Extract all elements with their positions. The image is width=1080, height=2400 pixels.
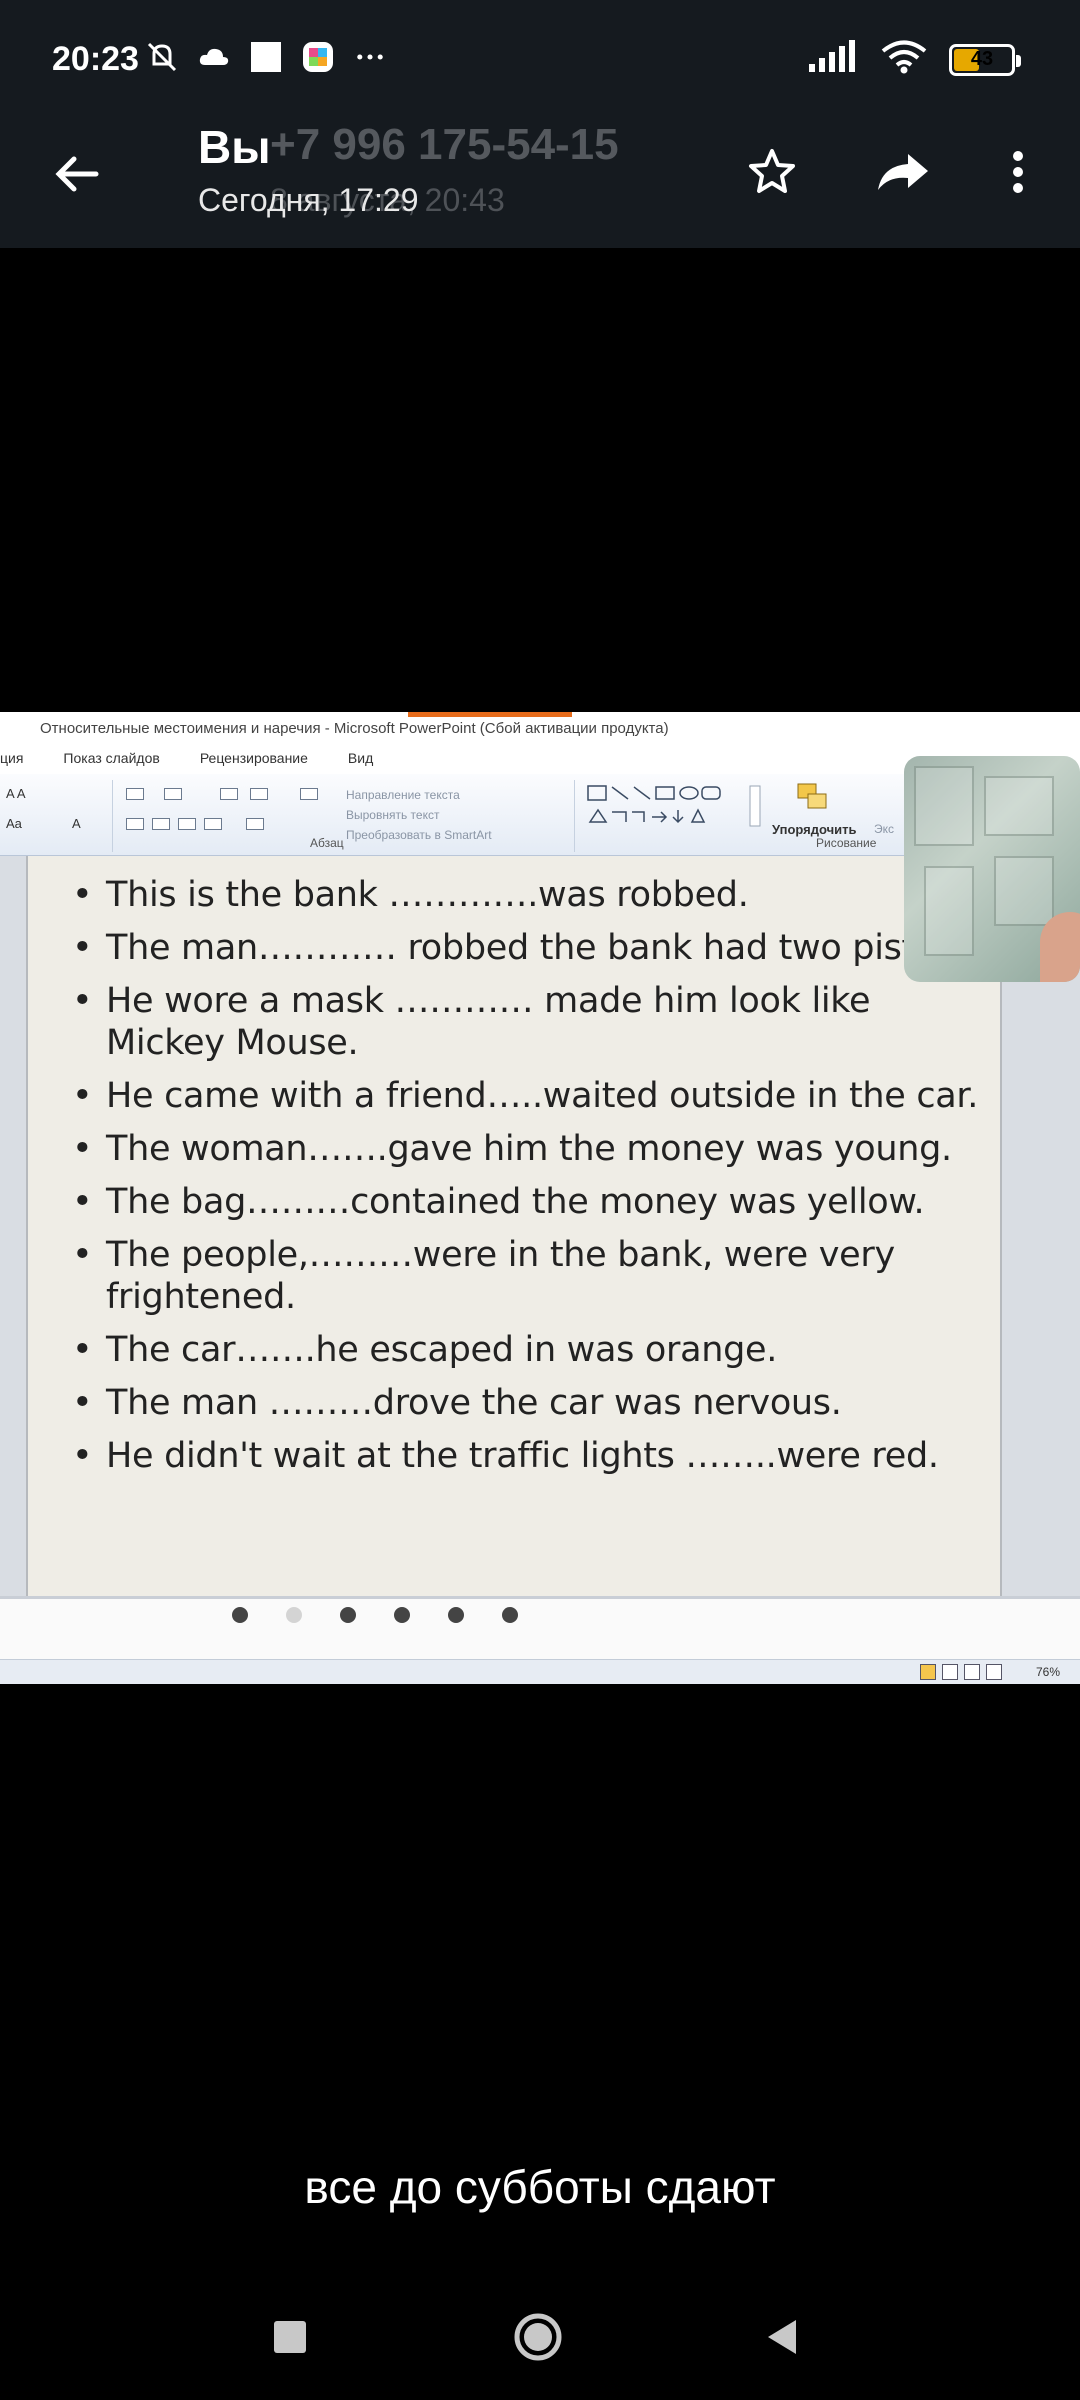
dot-icon — [394, 1607, 410, 1623]
bullet-item: The woman…….gave him the money was young… — [68, 1128, 988, 1170]
bullet-item: He wore a mask ………… made him look like M… — [68, 980, 988, 1064]
arrange-icon — [797, 783, 827, 809]
view-buttons — [920, 1664, 1002, 1680]
bullet-item: The man………… robbed the bank had two pist… — [68, 927, 988, 969]
battery-percent: 43 — [970, 48, 994, 70]
contact-name[interactable]: Вы — [198, 120, 271, 174]
app-header: +7 996 175-54-15 Вы 8 августа, 20:43 Сег… — [0, 120, 1080, 248]
dot-icon — [448, 1607, 464, 1623]
dot-icon — [232, 1607, 248, 1623]
drawing-group-label: Рисование — [816, 836, 877, 850]
more-options-button[interactable] — [986, 140, 1050, 204]
recent-apps-button[interactable] — [260, 2307, 320, 2367]
message-date: Сегодня, 17:29 — [198, 182, 419, 218]
share-button[interactable] — [870, 140, 934, 204]
recent-apps-icon — [274, 2321, 306, 2353]
webcam-background — [984, 776, 1054, 836]
media-caption: все до субботы сдают — [304, 2161, 776, 2213]
align-right-icon — [178, 818, 196, 830]
smartart-label: Преобразовать в SmartArt — [346, 828, 492, 842]
webcam-background — [914, 766, 974, 846]
ppt-bottom-strip: 76% — [0, 1596, 1080, 1684]
ribbon-separator — [574, 780, 575, 852]
more-vert-icon — [1013, 151, 1023, 193]
slide: This is the bank ………….was robbed. The ma… — [26, 856, 1002, 1596]
back-nav-button[interactable] — [752, 2307, 812, 2367]
dot-icon — [340, 1607, 356, 1623]
back-triangle-icon — [768, 2320, 796, 2354]
bullet-item: The man ………drove the car was nervous. — [68, 1382, 988, 1424]
ppt-ribbon-tabs: ция Показ слайдов Рецензирование Вид — [0, 750, 900, 776]
bullets-icon — [126, 788, 144, 800]
status-icons-right: 43 — [807, 40, 1021, 79]
bullet-item: The people,………were in the bank, were ver… — [68, 1234, 988, 1318]
align-center-icon — [152, 818, 170, 830]
font-grow-icon: A A — [6, 786, 26, 801]
star-icon — [749, 149, 795, 193]
signal-icon — [807, 40, 859, 79]
align-text-label: Выровнять текст — [346, 808, 440, 822]
paragraph-group-label: Абзац — [310, 836, 344, 850]
dot-icon — [502, 1607, 518, 1623]
bullet-item: He came with a friend…..waited outside i… — [68, 1075, 988, 1117]
status-icons-left — [145, 40, 387, 74]
outdent-icon — [250, 788, 268, 800]
reading-view-icon — [964, 1664, 980, 1680]
font-color-icon: Aa — [6, 816, 22, 831]
bullet-item: This is the bank ………….was robbed. — [68, 874, 988, 916]
notification-icon — [249, 40, 283, 74]
ppt-tab: Показ слайдов — [63, 750, 160, 766]
webcam-overlay — [904, 756, 1080, 982]
back-button[interactable] — [48, 144, 108, 204]
wifi-icon — [881, 40, 927, 79]
more-dots-icon — [353, 40, 387, 74]
shapes-gallery-icon — [587, 785, 761, 827]
cloud-icon — [197, 40, 231, 74]
line-spacing-icon — [300, 788, 318, 800]
slideshow-icon — [986, 1664, 1002, 1680]
bullet-item: The car…….he escaped in was orange. — [68, 1329, 988, 1371]
contact-number-ghost: +7 996 175-54-15 — [270, 120, 619, 169]
favorite-button[interactable] — [740, 140, 804, 204]
webcam-person — [1040, 912, 1080, 982]
title-accent — [408, 712, 572, 717]
home-button[interactable] — [508, 2307, 568, 2367]
webcam-background — [924, 866, 974, 956]
ribbon-separator — [112, 780, 113, 852]
indent-icon — [220, 788, 238, 800]
ppt-tab: ция — [0, 750, 24, 766]
ppt-window-title: Относительные местоимения и наречия - Mi… — [40, 720, 669, 737]
columns-icon — [246, 818, 264, 830]
dot-icon — [286, 1607, 302, 1623]
bullet-item: The bag………contained the money was yellow… — [68, 1181, 988, 1223]
text-direction-label: Направление текста — [346, 788, 460, 802]
mute-icon — [145, 40, 179, 74]
system-nav-bar — [0, 2265, 1080, 2400]
app-icon — [301, 40, 335, 74]
status-time: 20:23 — [52, 40, 139, 78]
status-bar: 20:23 43 — [0, 0, 1080, 120]
ppt-tab: Рецензирование — [199, 750, 308, 766]
home-icon — [514, 2313, 562, 2361]
slide-dots — [232, 1607, 518, 1623]
font-a-icon: A — [72, 816, 81, 831]
bullet-list: This is the bank ………….was robbed. The ma… — [68, 874, 988, 1488]
numbering-icon — [164, 788, 182, 800]
normal-view-icon — [920, 1664, 936, 1680]
share-icon — [878, 154, 928, 190]
back-arrow-icon — [55, 156, 99, 192]
powerpoint-screenshot[interactable]: Относительные местоимения и наречия - Mi… — [0, 712, 1080, 1684]
align-left-icon — [126, 818, 144, 830]
ppt-tab: Вид — [347, 750, 374, 766]
arrange-label: Упорядочить — [772, 822, 857, 837]
webcam-background — [994, 856, 1054, 926]
sorter-view-icon — [942, 1664, 958, 1680]
bullet-item: He didn't wait at the traffic lights …….… — [68, 1435, 988, 1477]
express-label: Экс — [874, 822, 895, 836]
ppt-status-bar: 76% — [0, 1659, 1080, 1684]
justify-icon — [204, 818, 222, 830]
zoom-level: 76% — [1036, 1665, 1061, 1679]
battery-icon: 43 — [949, 43, 1021, 76]
